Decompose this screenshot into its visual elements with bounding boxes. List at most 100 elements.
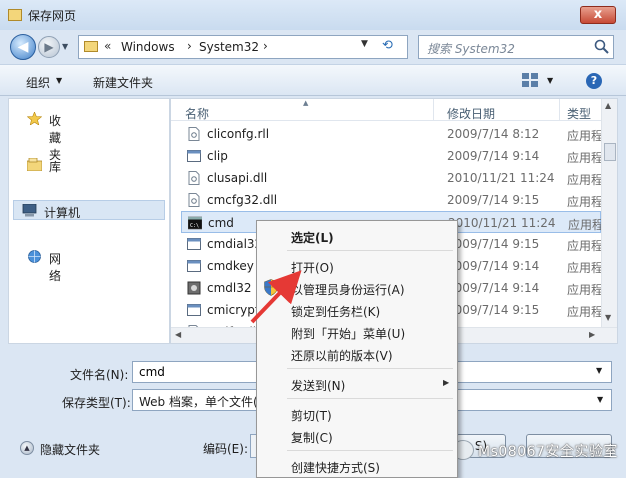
- column-divider[interactable]: [559, 99, 560, 121]
- history-dropdown-icon[interactable]: ▼: [62, 42, 68, 51]
- watermark-text: Ms08067安全实验室: [478, 444, 618, 460]
- ctx-create-shortcut[interactable]: 创建快捷方式(S): [259, 455, 455, 477]
- sort-indicator-icon: ▲: [303, 99, 309, 107]
- dll-file-icon: [188, 171, 200, 185]
- chevron-down-icon[interactable]: ▼: [56, 76, 62, 85]
- table-row[interactable]: cliconfg.rll 2009/7/14 8:12 应用程: [181, 123, 604, 145]
- context-menu: 选定(L) 打开(O) 以管理员身份运行(A) 锁定到任务栏(K) 附到「开始」菜单(U…: [256, 220, 458, 478]
- menu-item-label: 打开(O): [291, 261, 334, 275]
- ctx-send-to[interactable]: 发送到(N) ▶: [259, 373, 455, 395]
- menu-item-label: 复制(C): [291, 431, 333, 445]
- executable-icon: [187, 150, 201, 162]
- scroll-up-icon[interactable]: ▲: [605, 101, 611, 110]
- column-header-row: ▲ 名称 修改日期 类型: [171, 99, 601, 121]
- search-input[interactable]: 搜索 System32: [418, 35, 614, 59]
- table-row[interactable]: cmcfg32.dll 2009/7/14 9:15 应用程: [181, 189, 604, 211]
- breadcrumb-windows[interactable]: Windows: [121, 40, 175, 54]
- scroll-right-icon[interactable]: ▶: [589, 330, 595, 339]
- file-name: cmdl32: [207, 281, 252, 295]
- organize-menu[interactable]: 组织: [26, 74, 50, 91]
- help-icon[interactable]: ?: [586, 73, 602, 89]
- file-name: cmd: [208, 216, 234, 230]
- window-icon: [8, 9, 22, 21]
- file-date: 2009/7/14 9:14: [447, 281, 540, 295]
- menu-item-label: 还原以前的版本(V): [291, 349, 393, 363]
- ctx-run-as-admin[interactable]: 以管理员身份运行(A): [259, 277, 455, 299]
- file-date: 2010/11/21 11:24: [447, 171, 555, 185]
- close-button[interactable]: x: [580, 6, 616, 24]
- scroll-left-icon[interactable]: ◀: [175, 330, 181, 339]
- svg-text:C:\: C:\: [190, 223, 199, 229]
- scroll-down-icon[interactable]: ▼: [605, 313, 611, 322]
- ctx-copy[interactable]: 复制(C): [259, 425, 455, 447]
- nav-item-computer[interactable]: 计算机: [13, 200, 165, 220]
- ctx-pin-start[interactable]: 附到「开始」菜单(U): [259, 321, 455, 343]
- breadcrumb-overflow[interactable]: «: [104, 39, 111, 53]
- scrollbar-thumb[interactable]: [604, 143, 616, 161]
- ctx-select[interactable]: 选定(L): [259, 225, 455, 247]
- address-bar[interactable]: « Windows › System32 › ▼ ⟲: [78, 35, 408, 59]
- menu-separator: [287, 450, 453, 451]
- file-date: 2009/7/14 9:15: [447, 237, 540, 251]
- cmdl-icon: [187, 281, 201, 295]
- file-type: 应用程: [567, 195, 604, 209]
- file-type: 应用程: [567, 261, 604, 275]
- table-row[interactable]: clip 2009/7/14 9:14 应用程: [181, 145, 603, 167]
- executable-icon: [187, 304, 201, 316]
- cmd-icon: C:\: [188, 216, 202, 230]
- back-arrow-icon[interactable]: ◀: [10, 34, 36, 60]
- nav-item-label: 库: [49, 160, 62, 174]
- chevron-down-icon[interactable]: ▼: [547, 76, 553, 85]
- breadcrumb-separator[interactable]: ›: [187, 39, 192, 53]
- column-header-name[interactable]: 名称: [185, 105, 209, 122]
- menu-item-label: 发送到(N): [291, 379, 346, 393]
- filename-label: 文件名(N):: [70, 368, 129, 382]
- file-name: cmdkey: [207, 259, 254, 273]
- breadcrumb-separator[interactable]: ›: [263, 39, 268, 53]
- file-type: 应用程: [567, 239, 604, 253]
- breadcrumb-system32[interactable]: System32: [199, 40, 259, 54]
- chevron-down-icon[interactable]: ▼: [596, 366, 602, 375]
- executable-icon: [187, 238, 201, 250]
- forward-arrow-icon[interactable]: ▶: [38, 36, 60, 58]
- file-date: 2009/7/14 9:14: [447, 259, 540, 273]
- executable-icon: [187, 260, 201, 272]
- submenu-arrow-icon: ▶: [443, 378, 450, 387]
- search-icon[interactable]: [593, 38, 611, 56]
- ctx-restore-versions[interactable]: 还原以前的版本(V): [259, 343, 455, 365]
- file-type: 应用程: [567, 129, 604, 143]
- title-bar: 保存网页 x: [0, 0, 626, 30]
- file-name: clip: [207, 149, 228, 163]
- file-type: 应用程: [567, 173, 604, 187]
- toolbar: 组织 ▼ 新建文件夹 ▼ ?: [0, 64, 626, 96]
- table-row[interactable]: clusapi.dll 2010/11/21 11:24 应用程: [181, 167, 604, 189]
- ctx-pin-taskbar[interactable]: 锁定到任务栏(K): [259, 299, 455, 321]
- file-date: 2009/7/14 9:14: [447, 149, 540, 163]
- vertical-scrollbar[interactable]: ▲ ▼: [601, 99, 617, 327]
- column-divider[interactable]: [433, 99, 434, 121]
- ctx-open[interactable]: 打开(O): [259, 255, 455, 277]
- library-icon: [27, 158, 42, 171]
- file-name: clusapi.dll: [207, 171, 268, 185]
- file-date: 2010/11/21 11:24: [448, 216, 556, 230]
- menu-item-label: 锁定到任务栏(K): [291, 305, 381, 319]
- collapse-up-icon: ▲: [20, 441, 34, 455]
- column-header-type[interactable]: 类型: [567, 105, 591, 122]
- column-header-date[interactable]: 修改日期: [447, 105, 495, 122]
- file-name: cmicrypt: [207, 303, 260, 317]
- file-type: 应用程: [567, 283, 604, 297]
- chevron-down-icon[interactable]: ▼: [597, 395, 603, 404]
- network-icon: [28, 250, 41, 263]
- refresh-icon[interactable]: ⟲: [382, 38, 393, 53]
- menu-item-label: 剪切(T): [291, 409, 332, 423]
- dll-file-icon: [188, 193, 200, 207]
- menu-item-label: 创建快捷方式(S): [291, 461, 380, 475]
- ctx-cut[interactable]: 剪切(T): [259, 403, 455, 425]
- file-type: 应用程: [568, 218, 605, 232]
- menu-item-label: 以管理员身份运行(A): [291, 283, 405, 297]
- menu-item-label: 附到「开始」菜单(U): [291, 327, 406, 341]
- new-folder-button[interactable]: 新建文件夹: [93, 74, 153, 91]
- nav-item-label: 计算机: [44, 206, 81, 220]
- view-options-icon[interactable]: [520, 71, 540, 89]
- address-dropdown-icon[interactable]: ▼: [361, 39, 368, 49]
